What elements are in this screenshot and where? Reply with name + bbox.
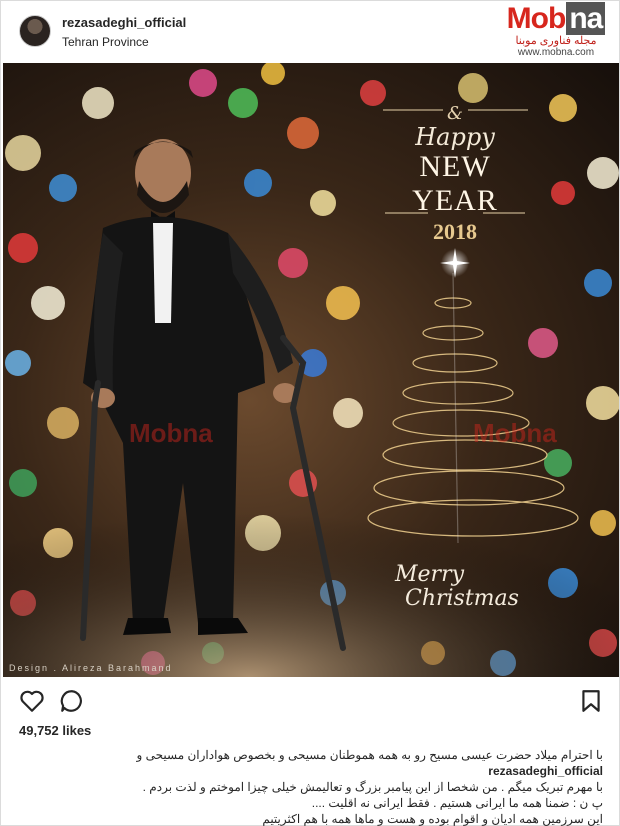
heart-icon[interactable] [19, 688, 45, 714]
bookmark-icon[interactable] [578, 688, 604, 714]
merry-line1: Merry [395, 562, 465, 587]
post-header: rezasadeghi_official Tehran Province Mob… [1, 1, 620, 63]
post-image[interactable]: & Happy NEW YEAR 2018 Merry Christmas Mo… [3, 63, 619, 677]
mobna-logo: Mob na مجله فناوری موبنا www.mobna.com [497, 2, 615, 58]
post-card: rezasadeghi_official Tehran Province Mob… [0, 0, 620, 826]
caption-line-2: با مهرم تبریک میگم . من شخصا از این پیام… [142, 780, 603, 794]
username-link[interactable]: rezasadeghi_official [62, 15, 186, 30]
caption-line-1-text: با احترام میلاد حضرت عیسی مسیح رو به همه… [136, 748, 604, 762]
merry-line2: Christmas [405, 586, 519, 611]
logo-suffix: na [566, 2, 606, 35]
greeting-happy: Happy [415, 123, 495, 151]
logo-subtitle: مجله فناوری موبنا [515, 35, 597, 47]
caption-line-1: با احترام میلاد حضرت عیسی مسیح رو به همه… [19, 747, 604, 779]
action-bar [1, 681, 620, 721]
location-link[interactable]: Tehran Province [62, 35, 149, 49]
logo-prefix: Mob [506, 2, 567, 35]
image-watermark-left: Mobna [129, 418, 213, 448]
merry-christmas-text: Merry Christmas [395, 563, 525, 611]
like-count[interactable]: 49,752 likes [19, 723, 91, 738]
caption-line-4: این سرزمین همه ادیان و اقوام بوده و هست … [262, 812, 603, 826]
caption-username[interactable]: rezasadeghi_official [488, 764, 603, 778]
greeting-new-year: NEW YEAR [412, 150, 498, 217]
tree-star [440, 248, 470, 278]
logo-url: www.mobna.com [517, 47, 595, 58]
new-year-greeting: & Happy NEW YEAR 2018 [375, 103, 535, 246]
floor-glow [3, 443, 619, 677]
comment-icon[interactable] [59, 688, 85, 714]
post-caption: با احترام میلاد حضرت عیسی مسیح رو به همه… [19, 747, 604, 826]
greeting-year: 2018 [433, 219, 477, 244]
greeting-amp: & [446, 103, 464, 124]
image-watermark-right: Mobna [473, 418, 557, 448]
avatar[interactable] [19, 15, 51, 47]
logo-wordmark: Mob na [497, 2, 615, 35]
design-credit: Design . Alireza Barahmand [9, 663, 173, 673]
caption-line-3: پ ن : ضمنا همه ما ایرانی هستیم . فقط ایر… [311, 796, 603, 810]
